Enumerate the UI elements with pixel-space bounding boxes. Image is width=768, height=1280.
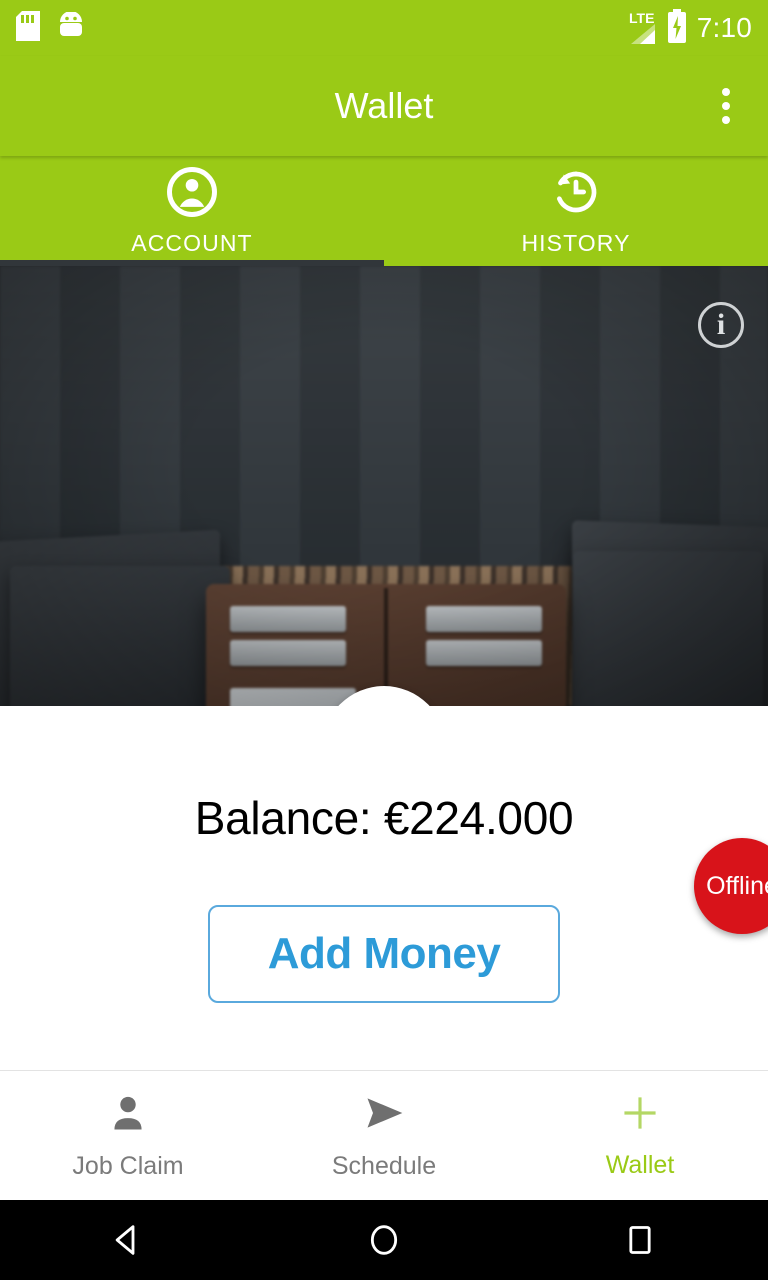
nav-item-wallet-label: Wallet xyxy=(605,1150,675,1179)
status-bar-left-icons xyxy=(16,10,86,46)
battery-charging-icon xyxy=(667,8,687,48)
tab-account-label: ACCOUNT xyxy=(131,230,253,256)
tab-account[interactable]: ACCOUNT xyxy=(0,156,384,266)
nav-item-wallet[interactable]: Wallet xyxy=(512,1092,768,1180)
history-clock-icon xyxy=(549,165,603,224)
nav-item-job-claim-label: Job Claim xyxy=(72,1151,184,1180)
balance-text: Balance: €224.000 xyxy=(194,792,574,844)
overflow-dot xyxy=(722,116,730,124)
system-back-button[interactable] xyxy=(0,1220,256,1260)
phone-screen: LTE 7:10 Wallet ACCOUNT HISTORY i Balanc… xyxy=(0,0,768,1280)
clock-time: 7:10 xyxy=(696,12,752,43)
nav-item-schedule-label: Schedule xyxy=(331,1151,437,1180)
account-actions: Add Money Offline xyxy=(0,838,768,1003)
overflow-dot xyxy=(722,102,730,110)
send-arrow-icon xyxy=(361,1091,407,1140)
add-money-button[interactable]: Add Money xyxy=(208,905,560,1003)
app-toolbar: Wallet xyxy=(0,56,768,156)
person-icon xyxy=(106,1091,150,1140)
lte-signal-icon: LTE xyxy=(627,11,657,45)
sd-card-icon xyxy=(16,10,40,46)
bottom-navigation: Job Claim Schedule Wallet xyxy=(0,1070,768,1200)
status-bar: LTE 7:10 xyxy=(0,0,768,56)
tab-bar: ACCOUNT HISTORY xyxy=(0,156,768,266)
overflow-menu-icon[interactable] xyxy=(714,80,738,132)
tab-history[interactable]: HISTORY xyxy=(384,156,768,266)
wallet-banner-image: i xyxy=(0,266,768,706)
tab-history-label: HISTORY xyxy=(521,230,631,256)
account-panel: Balance: €224.000 Add Money Offline xyxy=(0,706,768,1070)
nav-item-schedule[interactable]: Schedule xyxy=(256,1091,512,1181)
system-navigation-bar xyxy=(0,1200,768,1280)
offline-status-button[interactable]: Offline xyxy=(694,838,768,934)
info-icon-glyph: i xyxy=(716,308,726,341)
account-circle-icon xyxy=(165,165,219,224)
banner-vignette xyxy=(0,266,768,706)
status-bar-right-icons: LTE 7:10 xyxy=(627,8,752,48)
info-icon[interactable]: i xyxy=(698,302,744,348)
plus-icon xyxy=(619,1092,661,1139)
system-home-button[interactable] xyxy=(256,1220,512,1260)
nav-item-job-claim[interactable]: Job Claim xyxy=(0,1091,256,1181)
overflow-dot xyxy=(722,88,730,96)
android-bugdroid-icon xyxy=(56,10,86,45)
page-title: Wallet xyxy=(334,85,434,126)
system-recents-button[interactable] xyxy=(512,1220,768,1260)
